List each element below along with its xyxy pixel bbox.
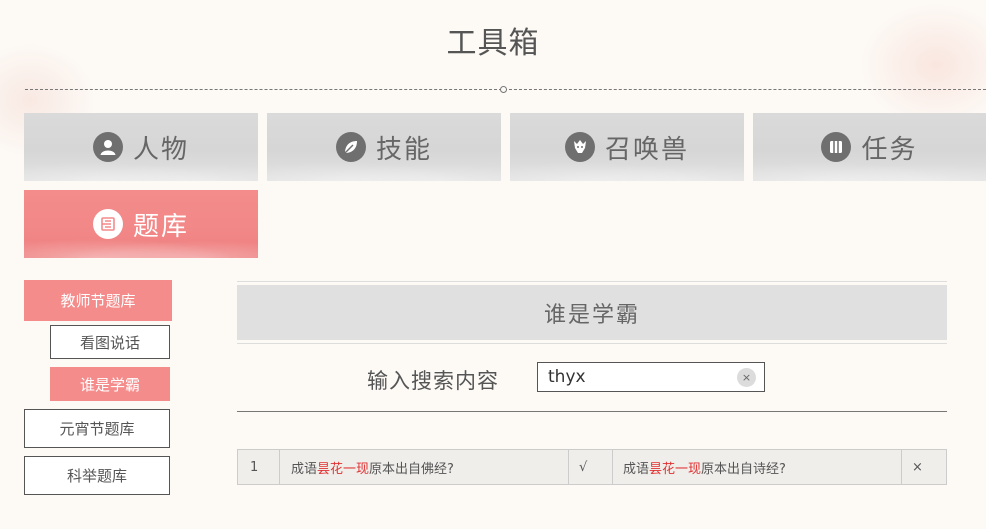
tab-label: 题库 xyxy=(132,211,189,242)
tab-skills[interactable]: 技能 xyxy=(267,113,501,181)
tab-label: 召唤兽 xyxy=(604,134,689,165)
panel-header-border xyxy=(237,343,947,344)
panel-top-border xyxy=(237,281,947,282)
correct-mark: √ xyxy=(569,450,613,484)
sidebar-item-lantern-festival[interactable]: 元宵节题库 xyxy=(24,409,170,448)
tab-summoned-beasts[interactable]: 召唤兽 xyxy=(510,113,744,181)
clear-icon[interactable]: × xyxy=(737,368,756,387)
divider-dot xyxy=(500,86,507,93)
question-suffix: 原本出自佛经? xyxy=(369,461,454,477)
tab-label: 任务 xyxy=(861,134,918,165)
question-bank-icon xyxy=(92,209,123,239)
beast-icon xyxy=(564,132,595,162)
tab-question-bank[interactable]: 题库 xyxy=(24,190,258,258)
search-input[interactable] xyxy=(548,366,728,388)
person-icon xyxy=(92,132,123,162)
tab-quests[interactable]: 任务 xyxy=(753,113,986,181)
question-highlight: 昙花一现 xyxy=(317,461,370,477)
question-option-1: 成语 昙花一现 原本出自佛经? xyxy=(280,450,569,484)
question-highlight: 昙花一现 xyxy=(649,461,702,477)
panel-title: 谁是学霸 xyxy=(237,285,947,340)
sidebar-subitem-who-is-top-student[interactable]: 谁是学霸 xyxy=(50,367,170,401)
row-index: 1 xyxy=(238,450,280,484)
book-icon xyxy=(821,132,852,162)
search-label: 输入搜索内容 xyxy=(367,369,499,393)
results-divider xyxy=(237,411,947,412)
tab-characters[interactable]: 人物 xyxy=(24,113,258,181)
tab-label: 技能 xyxy=(375,134,432,165)
sidebar-item-teachers-day[interactable]: 教师节题库 xyxy=(24,280,172,321)
sidebar-subitem-picture-talk[interactable]: 看图说话 xyxy=(50,325,170,359)
question-option-2: 成语 昙花一现 原本出自诗经? xyxy=(613,450,902,484)
leaf-icon xyxy=(335,132,366,162)
table-row: 1 成语 昙花一现 原本出自佛经? √ 成语 昙花一现 原本出自诗经? × xyxy=(237,449,947,485)
page-title: 工具箱 xyxy=(446,26,540,61)
search-box: × xyxy=(537,362,765,392)
question-prefix: 成语 xyxy=(623,461,650,477)
tab-label: 人物 xyxy=(132,134,189,165)
wrong-mark: × xyxy=(912,459,923,475)
question-suffix: 原本出自诗经? xyxy=(701,461,786,477)
sidebar-item-imperial-exam[interactable]: 科举题库 xyxy=(24,456,170,495)
question-prefix: 成语 xyxy=(291,461,318,477)
